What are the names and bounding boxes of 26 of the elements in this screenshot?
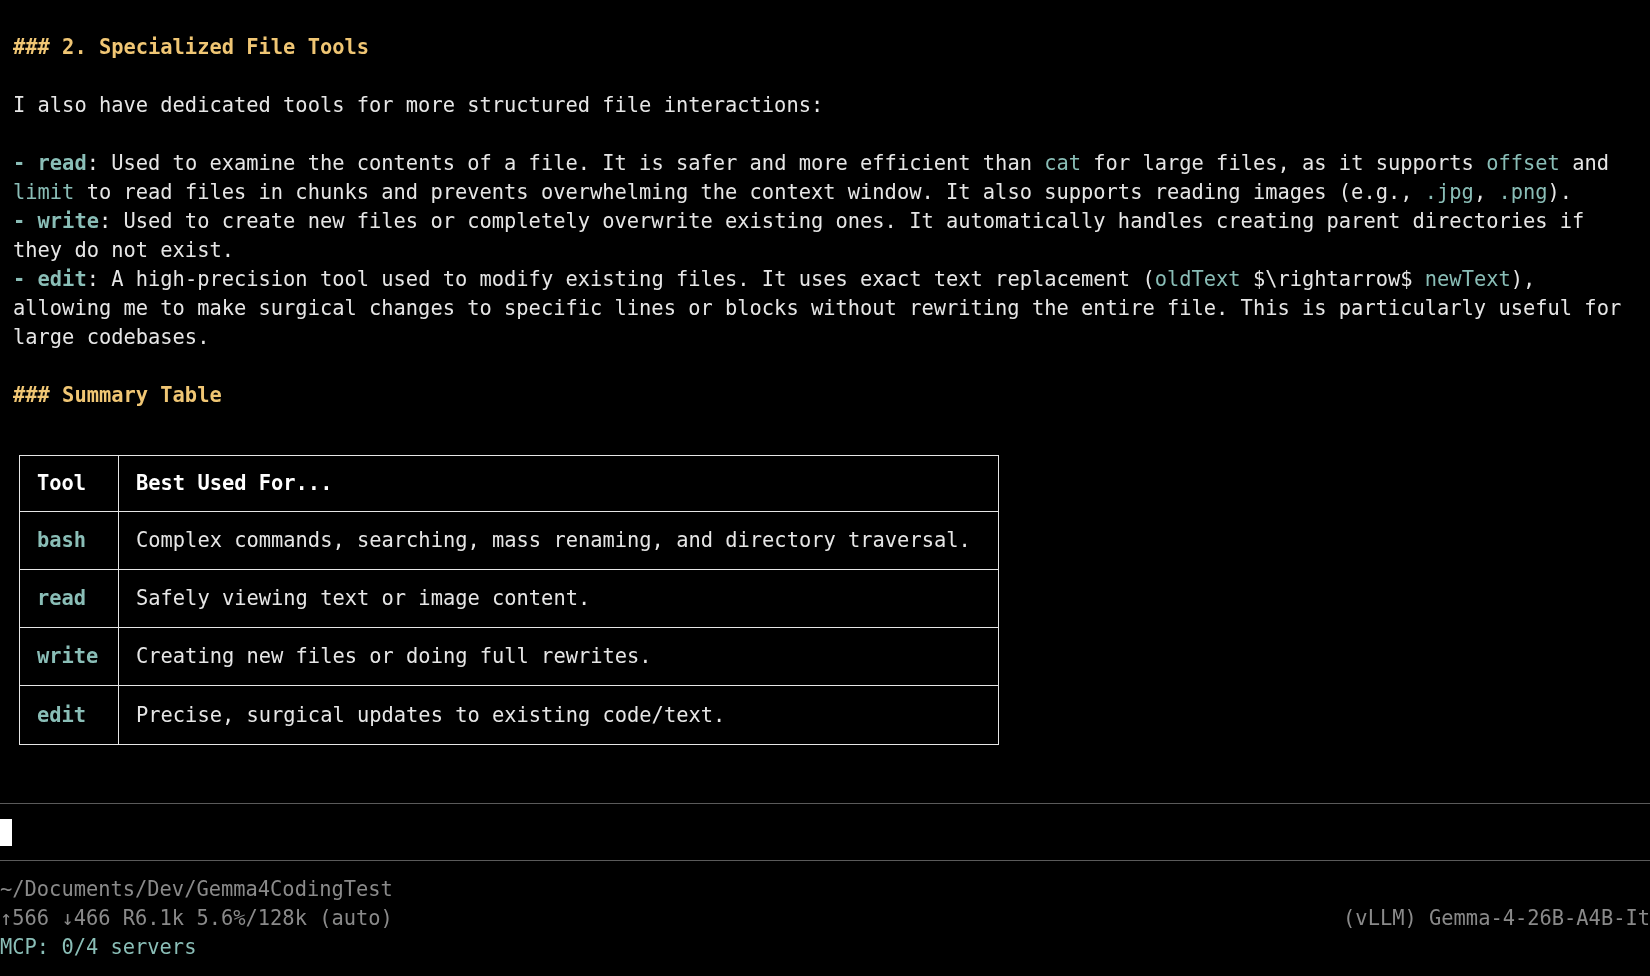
text-line: - write: Used to create new files or completely overwrite existing ones. It automatically handles creating parent directories if <box>13 208 1585 235</box>
table-cell-text: Safely viewing text or image content. <box>136 585 591 613</box>
tool-name: write <box>37 643 99 671</box>
table-cell-text: Creating new files or doing full rewrites. <box>136 643 652 671</box>
model-name: (vLLM) Gemma-4-26B-A4B-It <box>1343 905 1650 932</box>
mcp-status: MCP: 0/4 servers <box>0 934 197 961</box>
text-line: - read: Used to examine the contents of a file. It is safer and more efficient than cat for large files, as it supports offset and <box>13 150 1609 177</box>
section-heading: ### Summary Table <box>13 382 222 409</box>
text-line: they do not exist. <box>13 237 234 264</box>
working-directory: ~/Documents/Dev/Gemma4CodingTest <box>0 876 393 903</box>
prompt-field[interactable] <box>0 803 1650 861</box>
section-heading: ### 2. Specialized File Tools <box>13 34 369 61</box>
cursor-icon <box>0 818 12 846</box>
table-cell-text: Precise, surgical updates to existing code/text. <box>136 701 726 729</box>
text-line: - edit: A high-precision tool used to modify existing files. It uses exact text replacement (oldText $\rightarrow$ newText), <box>13 266 1536 293</box>
text-line: large codebases. <box>13 324 210 351</box>
table-cell-text: Complex commands, searching, mass renaming, and directory traversal. <box>136 527 971 555</box>
text-line: I also have dedicated tools for more structured file interactions: <box>13 92 824 119</box>
tool-name: read <box>37 585 87 613</box>
token-stats: ↑566 ↓466 R6.1k 5.6%/128k (auto) <box>0 905 393 932</box>
tool-name: edit <box>37 701 87 729</box>
text-line: limit to read files in chunks and prevents overwhelming the context window. It also supports reading images (e.g., .jpg, .png). <box>13 179 1573 206</box>
column-header: Tool <box>37 470 87 498</box>
tool-name: bash <box>37 527 87 555</box>
text-line: allowing me to make surgical changes to specific lines or blocks without rewriting the entire file. This is particularly useful for <box>13 295 1622 322</box>
column-header: Best Used For... <box>136 470 333 498</box>
